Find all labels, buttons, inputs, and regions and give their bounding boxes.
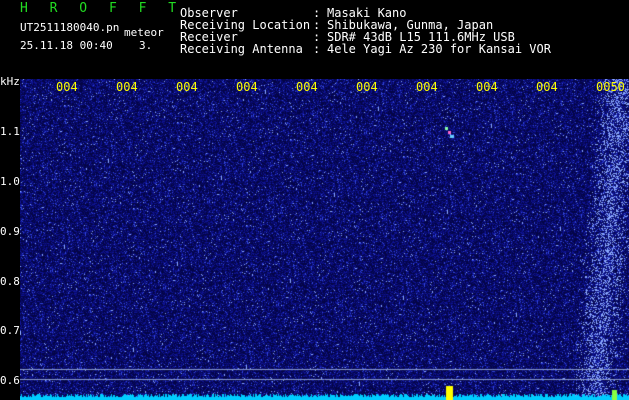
x-tick-label: 004 [56,80,78,94]
antenna-label: Receiving Antenna [180,42,303,56]
x-tick-label: 004 [356,80,378,94]
x-tick-label: 004 [416,80,438,94]
x-tick-label: 004 [116,80,138,94]
y-axis-unit: kHz [0,75,20,88]
x-tick-label: 004 [476,80,498,94]
capture-datetime: 25.11.18 00:40 [20,39,113,52]
spectrogram [20,79,629,400]
y-tick-label: 1.0 [0,175,20,188]
app-title: H R O F F T [20,1,184,16]
hrofft-screen: H R O F F T UT2511180040.pn meteor 25.11… [0,0,629,400]
x-tick-label: 004 [236,80,258,94]
y-tick-label: 0.7 [0,324,20,337]
file-name: UT2511180040.pn [20,21,120,34]
x-tick-label: 004 [536,80,558,94]
antenna-sep: : [313,42,321,56]
meteor-label: meteor [124,26,164,39]
x-tick-label: 004 [296,80,318,94]
antenna-value: 4ele Yagi Az 230 for Kansai VOR [327,42,551,56]
y-tick-label: 0.6 [0,374,20,387]
y-tick-label: 0.9 [0,225,20,238]
meteor-count: 3. [139,39,153,52]
x-tick-label: 0050 [596,80,625,94]
x-tick-label: 004 [176,80,198,94]
y-tick-label: 1.1 [0,125,20,138]
y-tick-label: 0.8 [0,275,20,288]
